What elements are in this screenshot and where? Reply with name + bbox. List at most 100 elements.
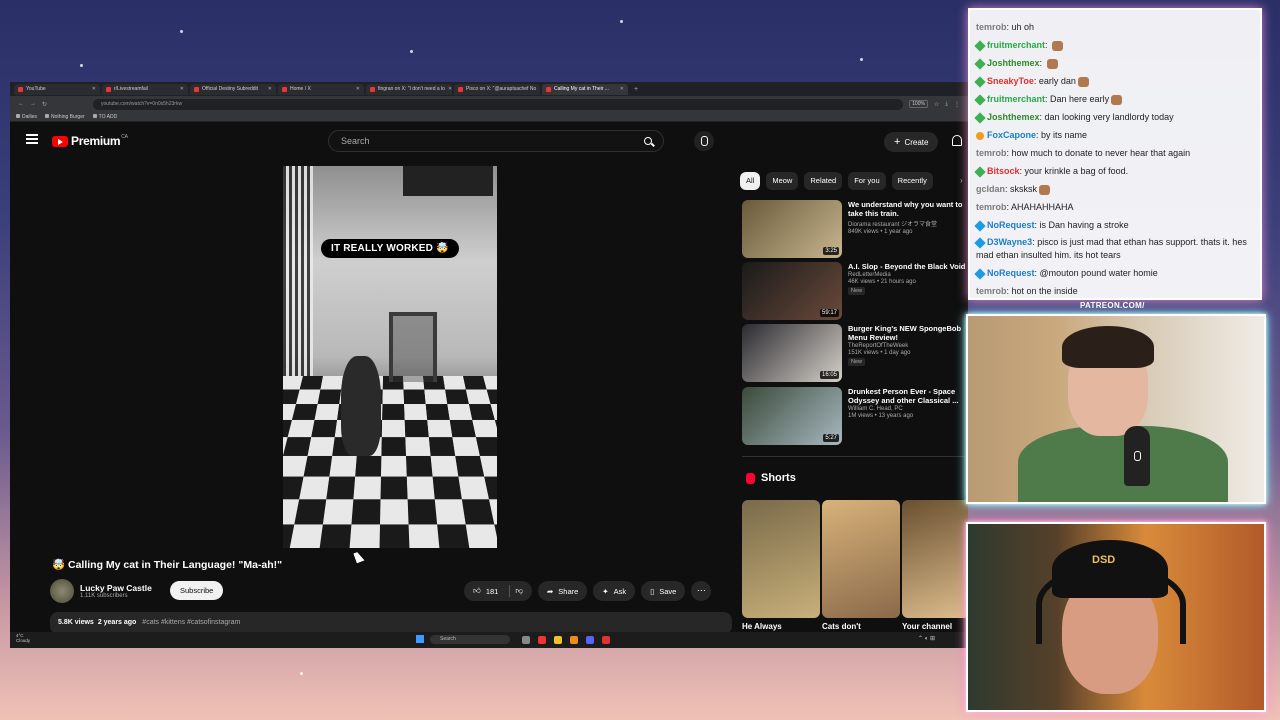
chat-username[interactable]: NoRequest bbox=[987, 220, 1035, 230]
chat-username[interactable]: Joshthemex bbox=[987, 58, 1040, 68]
weather-widget[interactable]: 4°C Cloudy bbox=[16, 633, 30, 643]
filter-chip[interactable]: Related bbox=[804, 172, 843, 190]
video-thumbnail[interactable]: 59:17 bbox=[742, 262, 842, 320]
short-title[interactable]: Cats don't bbox=[822, 622, 861, 631]
chat-username[interactable]: fruitmerchant bbox=[987, 40, 1045, 50]
chat-username[interactable]: Joshthemex bbox=[987, 112, 1040, 122]
video-title[interactable]: Drunkest Person Ever - Space Odyssey and… bbox=[848, 387, 966, 405]
close-tab-icon[interactable]: ✕ bbox=[180, 86, 184, 92]
webcam-streamer-2: DSD bbox=[966, 522, 1266, 712]
firefox-icon[interactable] bbox=[570, 636, 578, 644]
app-icon[interactable] bbox=[538, 636, 546, 644]
bookmark-item[interactable]: Nothing Burger bbox=[45, 114, 85, 120]
hashtags[interactable]: #cats #kittens #catsofinstagram bbox=[142, 619, 240, 626]
recommended-video[interactable]: 59:17 A.I. Slop - Beyond the Black Void Re… bbox=[742, 262, 966, 320]
recommended-video[interactable]: 5:27 Drunkest Person Ever - Space Odyssey… bbox=[742, 387, 966, 445]
extensions-icon[interactable]: ⋮ bbox=[954, 101, 960, 108]
description-box[interactable]: 5.8K views 2 years ago #cats #kittens #ca… bbox=[50, 612, 732, 634]
filter-chip[interactable]: Recently bbox=[891, 172, 933, 190]
channel-avatar[interactable] bbox=[50, 579, 74, 603]
close-tab-icon[interactable]: ✕ bbox=[620, 86, 624, 92]
video-thumbnail[interactable]: 3:25 bbox=[742, 200, 842, 258]
browser-tab[interactable]: Calling My cat in Their ... ✕ bbox=[542, 83, 628, 95]
chat-username[interactable]: gcldan bbox=[976, 184, 1005, 194]
url-input[interactable]: youtube.com/watch?v=0n0s5h23rkw bbox=[93, 98, 904, 110]
like-button[interactable]: 👍︎ 181 👎︎ bbox=[464, 581, 532, 601]
reload-icon[interactable]: ↻ bbox=[42, 101, 47, 108]
downloads-icon[interactable]: ⤓ bbox=[945, 101, 948, 108]
recommended-video[interactable]: 3:25 We understand why you want to take t… bbox=[742, 200, 966, 258]
browser-tab[interactable]: Official Destiny Subreddit ✕ bbox=[190, 83, 276, 95]
video-thumbnail[interactable]: 16:05 bbox=[742, 324, 842, 382]
filter-chip[interactable]: For you bbox=[848, 172, 886, 190]
task-view-icon[interactable] bbox=[522, 636, 530, 644]
chat-username[interactable]: Bitsock bbox=[987, 166, 1020, 176]
create-button[interactable]: + Create bbox=[884, 132, 939, 152]
video-thumbnail[interactable]: 5:27 bbox=[742, 387, 842, 445]
short-thumbnail[interactable] bbox=[902, 500, 968, 618]
notifications-bell-icon[interactable] bbox=[952, 135, 962, 146]
share-button[interactable]: ➦ Share bbox=[537, 581, 588, 601]
discord-icon[interactable] bbox=[586, 636, 594, 644]
bookmark-star-icon[interactable]: ☆ bbox=[934, 101, 939, 108]
close-tab-icon[interactable]: ✕ bbox=[448, 86, 452, 92]
menu-icon[interactable] bbox=[26, 134, 38, 144]
more-actions-icon[interactable]: ⋯ bbox=[691, 581, 712, 601]
short-title[interactable]: He Always bbox=[742, 622, 782, 631]
new-tab-icon[interactable]: + bbox=[630, 86, 642, 93]
back-icon[interactable]: ← bbox=[18, 101, 24, 107]
short-thumbnail[interactable] bbox=[822, 500, 900, 618]
recommended-video[interactable]: 16:05 Burger King's NEW SpongeBob Menu Re… bbox=[742, 324, 966, 382]
filter-chip[interactable]: Meow bbox=[766, 172, 799, 190]
bookmark-item[interactable]: TO ADD bbox=[93, 114, 118, 120]
system-tray[interactable]: ⌃ ◐ ⊞ bbox=[918, 635, 935, 642]
video-title[interactable]: Burger King's NEW SpongeBob Menu Review! bbox=[848, 324, 966, 342]
close-tab-icon[interactable]: ✕ bbox=[356, 86, 360, 92]
browser-tab[interactable]: Home / X ✕ bbox=[278, 83, 364, 95]
thumbs-down-icon[interactable]: 👎︎ bbox=[515, 586, 523, 596]
ask-button[interactable]: ✦ Ask bbox=[593, 581, 636, 601]
close-tab-icon[interactable]: ✕ bbox=[92, 86, 96, 92]
filter-chip[interactable]: All bbox=[740, 172, 761, 190]
browser-tab[interactable]: r/Livestreamfail ✕ bbox=[102, 83, 188, 95]
channel-name[interactable]: Diorama restaurant ジオラマ食堂 bbox=[848, 219, 966, 228]
chat-username[interactable]: D3Wayne3 bbox=[987, 237, 1032, 247]
search-button[interactable] bbox=[633, 131, 663, 151]
zoom-indicator[interactable]: 100% bbox=[909, 100, 928, 108]
search-input[interactable]: Search bbox=[328, 130, 664, 152]
youtube-logo[interactable]: Premium CA bbox=[52, 134, 128, 148]
chat-username[interactable]: fruitmerchant bbox=[987, 94, 1045, 104]
windows-start-icon[interactable] bbox=[416, 635, 424, 643]
video-duration: 3:25 bbox=[823, 247, 839, 255]
close-tab-icon[interactable]: ✕ bbox=[539, 86, 540, 92]
chat-username[interactable]: temrob bbox=[976, 202, 1007, 212]
video-title[interactable]: A.I. Slop - Beyond the Black Void bbox=[848, 262, 965, 271]
channel-name[interactable]: TheReportOfTheWeek bbox=[848, 343, 966, 349]
short-thumbnail[interactable] bbox=[742, 500, 820, 618]
forward-icon[interactable]: → bbox=[30, 101, 36, 107]
chat-username[interactable]: SneakyToe bbox=[987, 76, 1034, 86]
browser-tab[interactable]: fingran on X: "I don't need a lo ✕ bbox=[366, 83, 452, 95]
short-title[interactable]: Your channel bbox=[902, 622, 952, 631]
close-tab-icon[interactable]: ✕ bbox=[268, 86, 272, 92]
video-title[interactable]: We understand why you want to take this … bbox=[848, 200, 966, 218]
save-button[interactable]: ▯ Save bbox=[641, 581, 686, 601]
bookmark-item[interactable]: Dailies bbox=[16, 114, 37, 120]
channel-name[interactable]: William C. Head, PC bbox=[848, 406, 966, 412]
channel-name[interactable]: Lucky Paw Castle bbox=[80, 583, 152, 593]
chevron-right-icon[interactable]: › bbox=[960, 176, 963, 185]
chat-username[interactable]: temrob bbox=[976, 148, 1007, 158]
channel-name[interactable]: RedLetterMedia bbox=[848, 272, 965, 278]
browser-tab[interactable]: Pisco on X: "@auraptsachef No✕ bbox=[454, 83, 540, 95]
chat-username[interactable]: NoRequest bbox=[987, 268, 1035, 278]
file-explorer-icon[interactable] bbox=[554, 636, 562, 644]
chat-username[interactable]: temrob bbox=[976, 286, 1007, 296]
subscribe-button[interactable]: Subscribe bbox=[170, 581, 224, 600]
chat-username[interactable]: FoxCapone bbox=[987, 130, 1036, 140]
voice-search-icon[interactable] bbox=[694, 131, 714, 151]
chrome-icon[interactable] bbox=[602, 636, 610, 644]
video-player[interactable]: IT REALLY WORKED 🤯 bbox=[283, 166, 497, 548]
chat-username[interactable]: temrob bbox=[976, 22, 1007, 32]
browser-tab[interactable]: YouTube ✕ bbox=[14, 83, 100, 95]
taskbar-search[interactable]: Search bbox=[430, 635, 510, 644]
